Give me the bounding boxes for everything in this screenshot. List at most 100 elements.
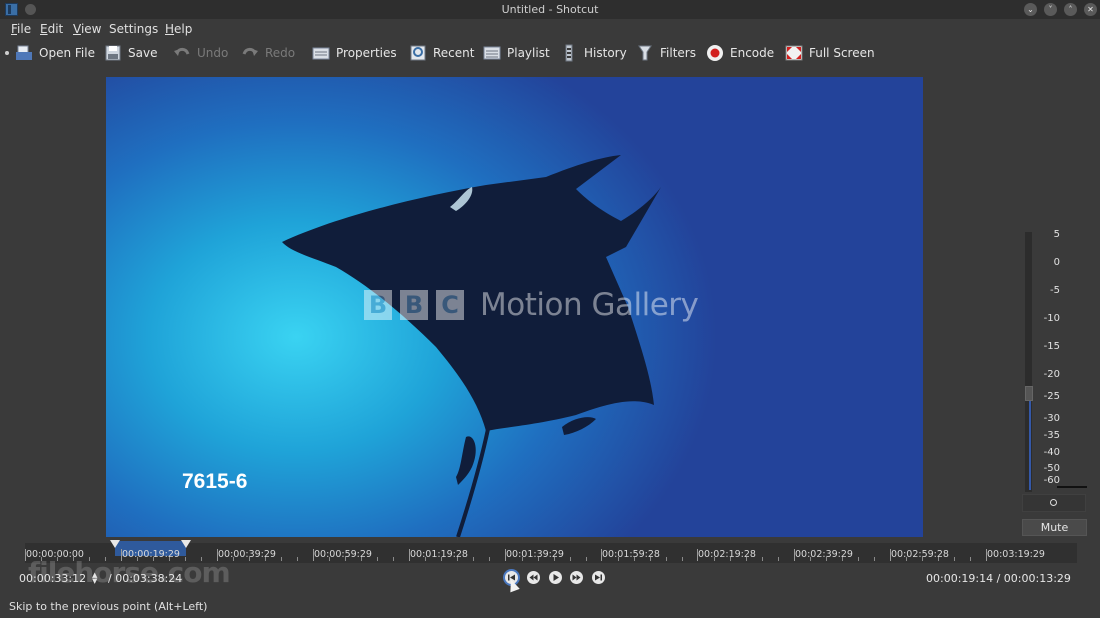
menu-help-mnemonic: H xyxy=(165,22,175,36)
in-point-marker-icon[interactable] xyxy=(110,540,120,548)
full-screen-icon xyxy=(785,44,803,62)
watermark-letter-b2: B xyxy=(400,290,428,320)
minor-tick xyxy=(553,557,555,561)
filters-label: Filters xyxy=(660,46,696,60)
full-screen-button[interactable]: Full Screen xyxy=(785,42,875,64)
gain-knob-icon xyxy=(1050,499,1057,506)
recent-label: Recent xyxy=(433,46,475,60)
open-file-label: Open File xyxy=(39,46,95,60)
menu-file[interactable]: File xyxy=(11,22,31,36)
meter-scale-label: -50 xyxy=(1043,463,1060,474)
tape-id: 7615-6 xyxy=(182,470,248,493)
rewind-button[interactable] xyxy=(527,571,540,584)
menu-help[interactable]: Help xyxy=(165,22,192,36)
minor-tick xyxy=(457,557,459,561)
minor-tick xyxy=(777,557,779,561)
minor-tick xyxy=(873,557,875,561)
open-file-button[interactable]: Open File xyxy=(15,42,95,64)
gain-control[interactable] xyxy=(1022,494,1086,512)
encode-button[interactable]: Encode xyxy=(706,42,774,64)
tick-label: 00:00:59:29 xyxy=(314,549,372,560)
minor-tick xyxy=(377,557,379,561)
menu-help-label: elp xyxy=(174,22,193,36)
minor-tick xyxy=(761,557,763,561)
minor-tick xyxy=(857,557,859,561)
watermark-text: Motion Gallery xyxy=(480,287,699,323)
properties-button[interactable]: Properties xyxy=(312,42,397,64)
minor-tick xyxy=(937,557,939,561)
save-button[interactable]: Save xyxy=(104,42,157,64)
meter-scale-label: -60 xyxy=(1043,475,1060,486)
minimize-icon[interactable]: ⌄ xyxy=(1024,3,1037,16)
bbc-watermark: B B C Motion Gallery xyxy=(364,287,699,323)
minor-tick xyxy=(265,557,267,561)
playlist-button[interactable]: Playlist xyxy=(483,42,550,64)
skip-next-button[interactable] xyxy=(592,571,605,584)
minor-tick xyxy=(425,557,427,561)
minor-tick xyxy=(393,557,395,561)
minor-tick xyxy=(681,557,683,561)
history-button[interactable]: History xyxy=(560,42,627,64)
tick-label: 00:02:59:28 xyxy=(891,549,949,560)
timecode-spinner-icon[interactable]: ▲ ▼ xyxy=(92,572,97,585)
minor-tick xyxy=(585,557,587,561)
recent-button[interactable]: Recent xyxy=(409,42,474,64)
menu-view[interactable]: View xyxy=(73,22,101,36)
watermark-letter-c: C xyxy=(436,290,464,320)
minor-tick xyxy=(329,557,331,561)
minor-tick xyxy=(905,557,907,561)
minor-tick xyxy=(489,557,491,561)
tick-label: 00:03:19:29 xyxy=(987,549,1045,560)
minor-tick xyxy=(233,557,235,561)
maximize-icon[interactable]: ˄ xyxy=(1064,3,1077,16)
window-title: Untitled - Shotcut xyxy=(501,3,599,16)
menu-edit[interactable]: Edit xyxy=(40,22,63,36)
duration-timecode: / 00:03:38:24 xyxy=(108,572,183,585)
menu-view-label: iew xyxy=(80,22,102,36)
mute-button[interactable]: Mute xyxy=(1022,519,1087,536)
title-bar: Untitled - Shotcut ⌄ ˅ ˄ ✕ xyxy=(0,0,1100,19)
collapse-icon[interactable]: ˅ xyxy=(1044,3,1057,16)
encode-label: Encode xyxy=(730,46,775,60)
menu-edit-mnemonic: E xyxy=(40,22,48,36)
position-timecode[interactable]: 00:00:33:12 xyxy=(19,572,86,585)
tick-label: 00:02:19:28 xyxy=(698,549,756,560)
minor-tick xyxy=(361,557,363,561)
minor-tick xyxy=(441,557,443,561)
volume-slider-handle[interactable] xyxy=(1025,386,1033,401)
status-bar-text: Skip to the previous point (Alt+Left) xyxy=(9,600,208,613)
history-label: History xyxy=(584,46,627,60)
fast-forward-button[interactable] xyxy=(570,571,583,584)
play-button[interactable] xyxy=(549,571,562,584)
toolbar-handle-icon[interactable] xyxy=(5,51,9,55)
video-preview[interactable]: B B C Motion Gallery 7615-6 xyxy=(106,77,923,537)
minor-tick xyxy=(809,557,811,561)
close-icon[interactable]: ✕ xyxy=(1084,3,1097,16)
main-toolbar: Open File Save Undo Redo Properties Rece… xyxy=(0,40,1100,67)
undo-button[interactable]: Undo xyxy=(173,42,228,64)
undo-icon xyxy=(173,44,191,62)
redo-button[interactable]: Redo xyxy=(241,42,295,64)
menu-settings[interactable]: Settings xyxy=(109,22,158,36)
minor-tick xyxy=(249,557,251,561)
meter-scale-label: -15 xyxy=(1043,341,1060,352)
menu-view-mnemonic: V xyxy=(73,22,81,36)
meter-scale-label: -20 xyxy=(1043,369,1060,380)
meter-scale-label: -30 xyxy=(1043,413,1060,424)
tick-label: 00:01:59:28 xyxy=(602,549,660,560)
minor-tick xyxy=(649,557,651,561)
open-file-icon xyxy=(15,44,33,62)
filters-icon xyxy=(636,44,654,62)
minor-tick xyxy=(297,557,299,561)
fast-forward-icon xyxy=(572,574,581,581)
properties-icon xyxy=(312,44,330,62)
filters-button[interactable]: Filters xyxy=(636,42,696,64)
minor-tick xyxy=(281,557,283,561)
minor-tick xyxy=(665,557,667,561)
minor-tick xyxy=(969,557,971,561)
in-out-timecode: 00:00:19:14 / 00:00:13:29 xyxy=(926,572,1071,585)
meter-scale-label: -35 xyxy=(1043,430,1060,441)
out-point-marker-icon[interactable] xyxy=(181,540,191,548)
peak-line xyxy=(1057,486,1087,488)
meter-scale-label: -5 xyxy=(1050,285,1060,296)
